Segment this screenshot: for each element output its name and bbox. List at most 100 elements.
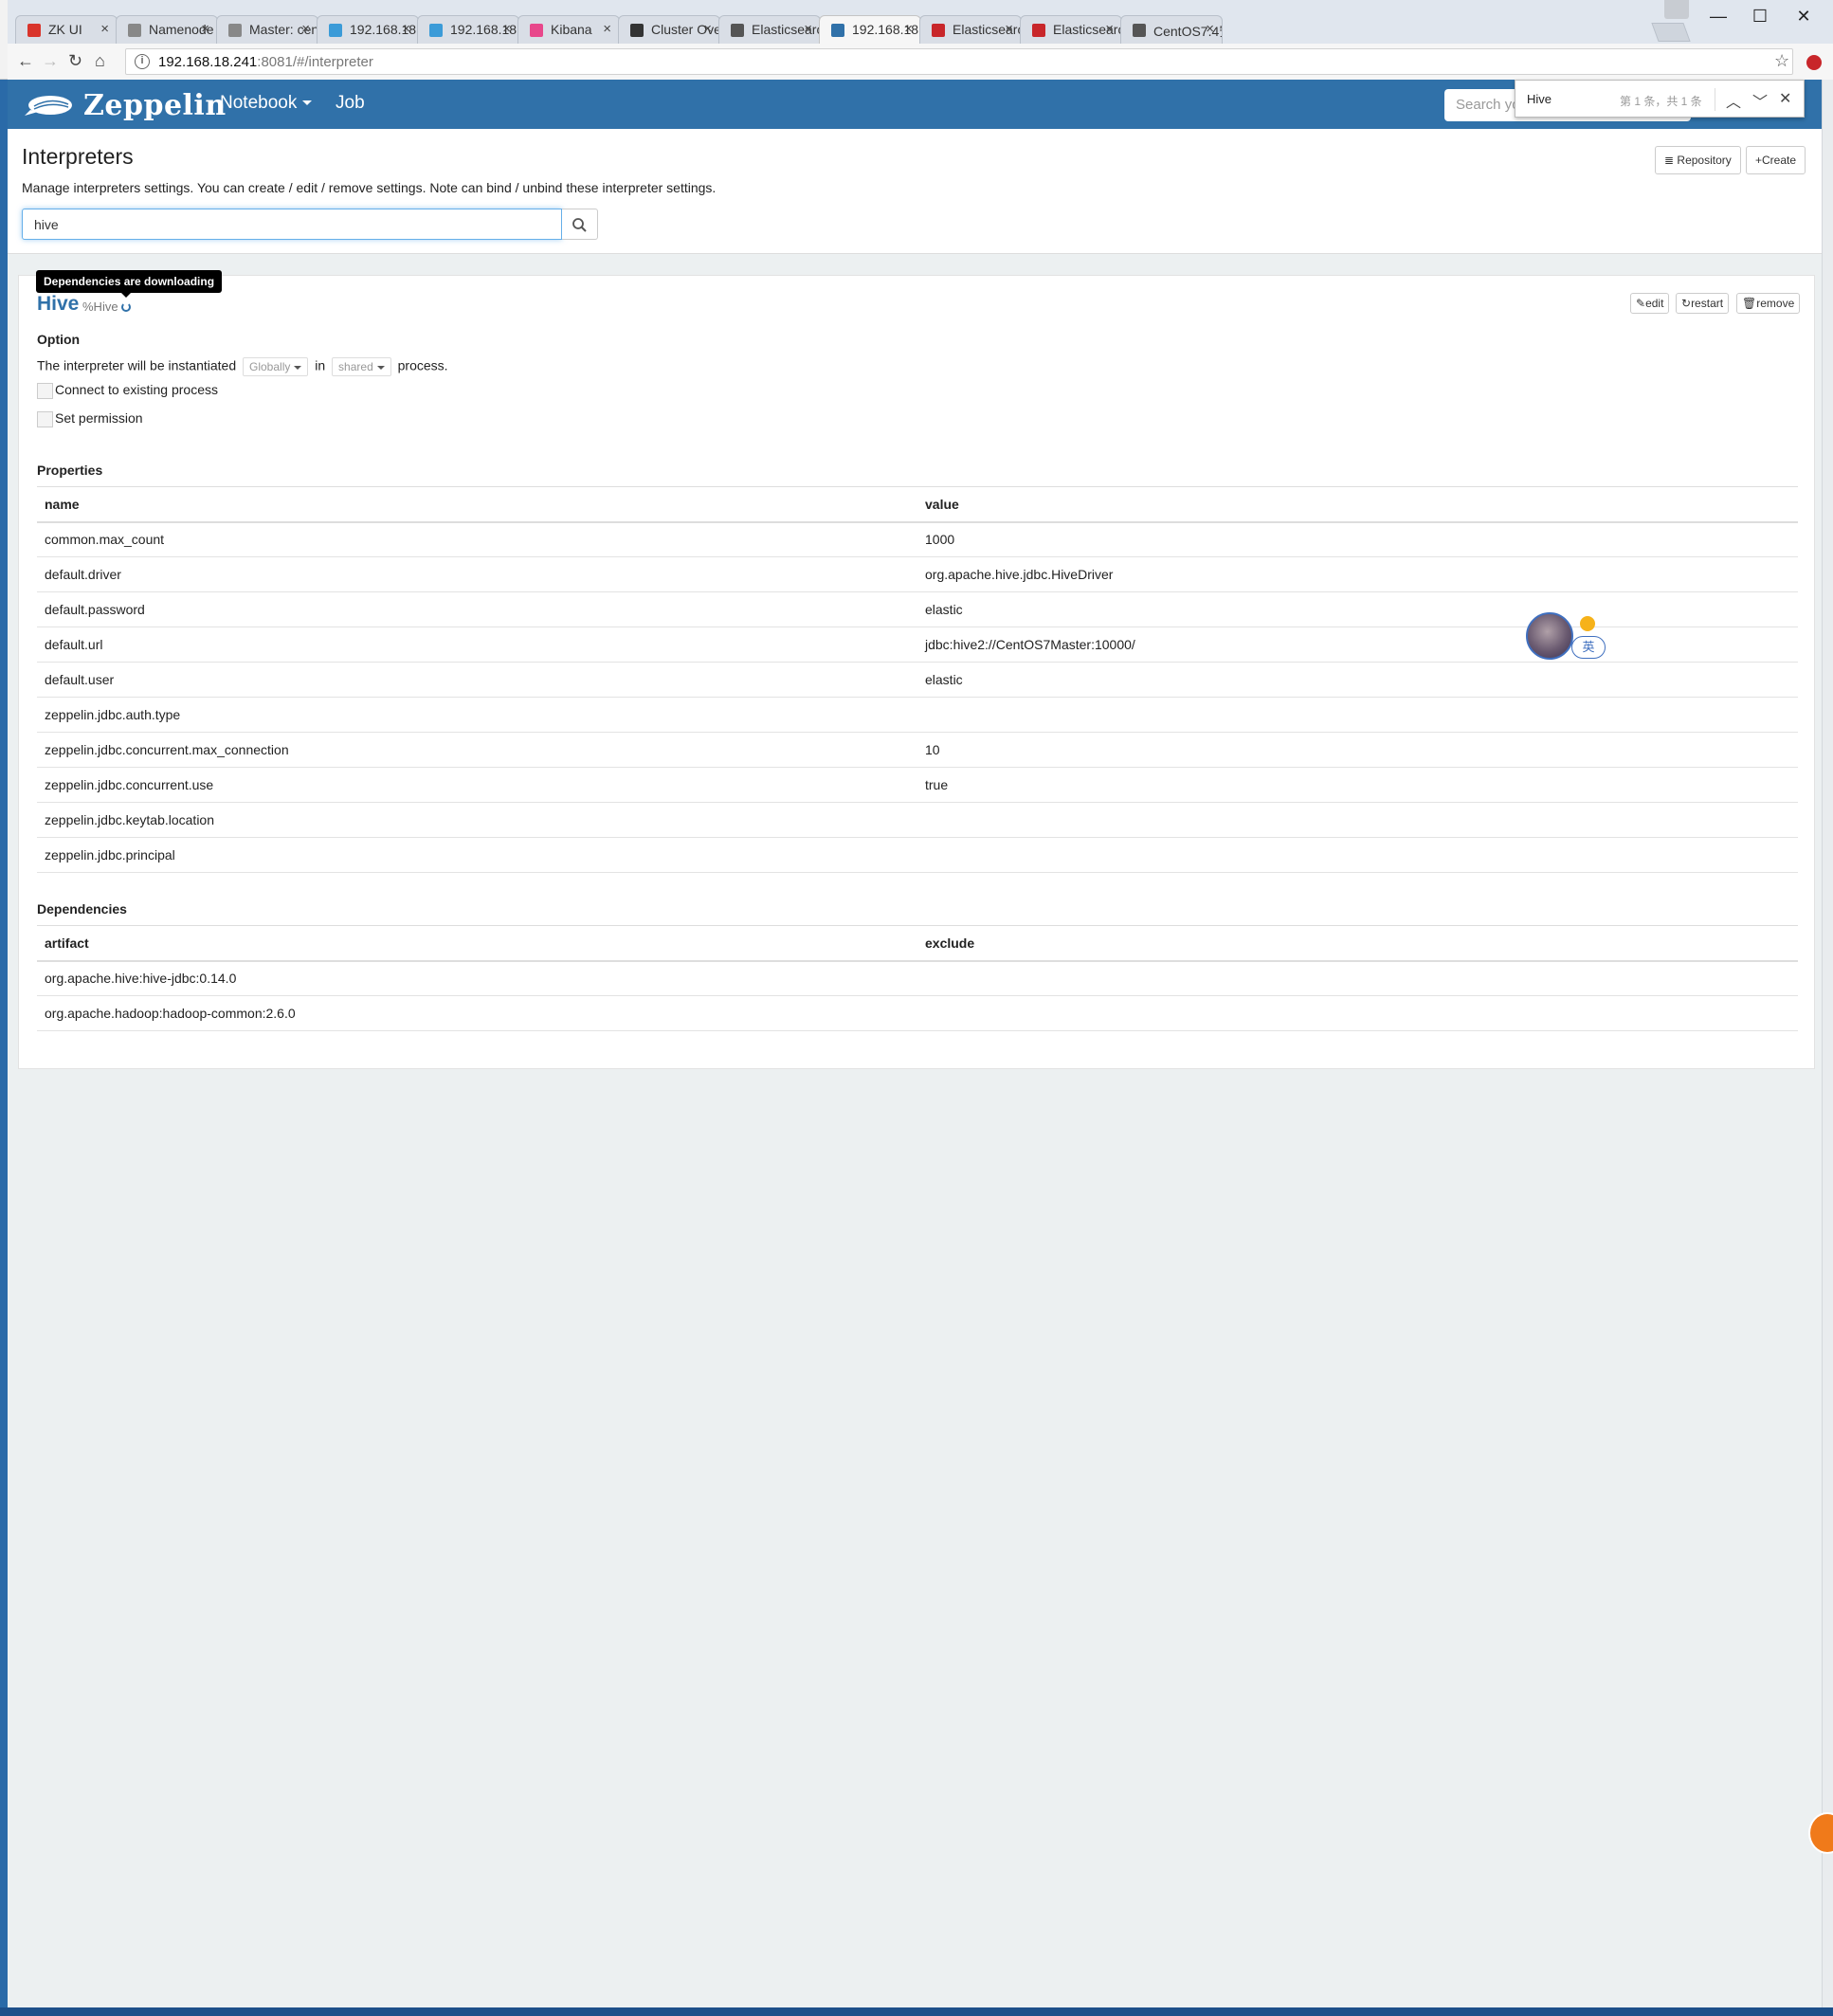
back-icon[interactable]: ← <box>17 51 34 71</box>
find-input[interactable]: Hive <box>1527 92 1552 106</box>
browser-tab[interactable]: 192.168.18.24× <box>317 15 419 44</box>
property-value: jdbc:hive2://CentOS7Master:10000/ <box>917 627 1798 663</box>
tab-close-icon[interactable]: × <box>1005 21 1013 37</box>
create-button[interactable]: +Create <box>1746 146 1806 174</box>
option-text-before: The interpreter will be instantiated <box>37 357 237 373</box>
tab-close-icon[interactable]: × <box>402 21 410 37</box>
browser-tab[interactable]: Cluster Overvi× <box>618 15 720 44</box>
favicon-icon <box>932 24 945 37</box>
table-row: default.driver org.apache.hive.jdbc.HiveD… <box>37 556 1798 592</box>
property-name: default.user <box>37 662 917 698</box>
restart-label: restart <box>1691 297 1724 310</box>
favicon-icon <box>329 24 342 37</box>
tab-close-icon[interactable]: × <box>904 21 913 37</box>
column-header-value: value <box>917 486 1798 523</box>
info-icon[interactable]: i <box>135 54 150 69</box>
browser-tab[interactable]: Elasticsearch6× <box>1020 15 1122 44</box>
property-value <box>917 697 1798 733</box>
browser-tab[interactable]: Master: cento× <box>216 15 318 44</box>
ime-language-toggle[interactable]: 英 <box>1571 636 1606 659</box>
browser-tab[interactable]: Elasticsearch× <box>718 15 821 44</box>
favicon-icon <box>831 24 844 37</box>
dependency-exclude <box>917 960 1798 996</box>
find-count: 第 1 条，共 1 条 <box>1620 95 1702 108</box>
profile-icon[interactable] <box>1664 0 1689 19</box>
restart-button[interactable]: ↻restart <box>1676 293 1730 314</box>
instantiation-option: The interpreter will be instantiated Glo… <box>37 357 448 376</box>
repository-button[interactable]: ≣ Repository <box>1655 146 1741 174</box>
browser-chrome: ZK UI×Namenode in×Master: cento×192.168.… <box>0 0 1833 80</box>
find-next-icon[interactable]: ﹀ <box>1752 89 1768 112</box>
loading-spinner-icon <box>121 302 131 312</box>
set-permission-option[interactable]: Set permission <box>37 410 143 427</box>
browser-tab[interactable]: 192.168.18.24× <box>819 15 921 44</box>
favicon-icon <box>128 24 141 37</box>
caret-down-icon <box>294 365 302 370</box>
property-value <box>917 837 1798 873</box>
tab-close-icon[interactable]: × <box>804 21 812 37</box>
address-bar[interactable]: i 192.168.18.241:8081/#/interpreter <box>125 48 1793 75</box>
browser-tab-label: ZK UI <box>48 22 82 37</box>
property-name: common.max_count <box>37 521 917 557</box>
browser-tab[interactable]: CentOS7.4安装× <box>1120 15 1223 44</box>
browser-tab[interactable]: ZK UI × <box>15 15 118 44</box>
browser-tab[interactable]: Namenode in× <box>116 15 218 44</box>
table-row: org.apache.hive:hive-jdbc:0.14.0 <box>37 960 1798 996</box>
tab-close-icon[interactable]: × <box>703 21 712 37</box>
dependency-artifact: org.apache.hive:hive-jdbc:0.14.0 <box>37 960 917 996</box>
browser-tab[interactable]: Elasticsearch5× <box>919 15 1022 44</box>
edit-button[interactable]: ✎edit <box>1630 293 1670 314</box>
tab-close-icon[interactable]: × <box>301 21 310 37</box>
property-value: true <box>917 767 1798 803</box>
remove-label: remove <box>1756 297 1795 310</box>
favicon-icon <box>228 24 242 37</box>
property-name: zeppelin.jdbc.principal <box>37 837 917 873</box>
property-name: zeppelin.jdbc.concurrent.max_connection <box>37 732 917 768</box>
tab-close-icon[interactable]: × <box>502 21 511 37</box>
reload-icon[interactable]: ↻ <box>68 51 82 71</box>
connect-existing-option[interactable]: Connect to existing process <box>37 382 218 399</box>
process-type-select[interactable]: shared <box>332 357 391 376</box>
connect-existing-checkbox[interactable] <box>37 382 53 399</box>
extension-icon[interactable] <box>1806 55 1822 70</box>
nav-job-link[interactable]: Job <box>336 93 365 114</box>
maximize-icon[interactable]: ☐ <box>1738 4 1782 28</box>
home-icon[interactable]: ⌂ <box>95 51 105 71</box>
find-bar: Hive 第 1 条，共 1 条 ︿ ﹀ ✕ <box>1515 80 1805 118</box>
find-prev-icon[interactable]: ︿ <box>1726 89 1741 112</box>
minimize-icon[interactable]: — <box>1697 4 1740 28</box>
new-tab-button[interactable] <box>1651 23 1691 42</box>
table-row: zeppelin.jdbc.principal <box>37 837 1798 873</box>
tab-close-icon[interactable]: × <box>100 21 109 37</box>
property-name: default.url <box>37 627 917 663</box>
forward-icon[interactable]: → <box>42 51 59 71</box>
option-text-in: in <box>315 357 326 373</box>
tab-close-icon[interactable]: × <box>201 21 209 37</box>
ime-badge-icon <box>1580 616 1595 631</box>
floating-assistant-icon[interactable] <box>1808 1812 1833 1854</box>
browser-tab-label: Kibana <box>551 22 592 37</box>
property-value: elastic <box>917 591 1798 627</box>
repository-label: Repository <box>1677 154 1732 167</box>
tab-close-icon[interactable]: × <box>1105 21 1114 37</box>
properties-table: name value common.max_count 1000 default.d… <box>37 486 1798 873</box>
nav-notebook-menu[interactable]: Notebook <box>220 93 313 114</box>
instantiation-mode-select[interactable]: Globally <box>243 357 309 376</box>
url-path: :8081/#/interpreter <box>257 54 373 70</box>
remove-button[interactable]: 🗑remove <box>1736 293 1801 314</box>
tab-close-icon[interactable]: × <box>603 21 611 37</box>
interpreters-header: Interpreters Manage interpreters setting… <box>8 129 1822 254</box>
vertical-scrollbar[interactable] <box>1822 80 1833 2016</box>
dependency-artifact: org.apache.hadoop:hadoop-common:2.6.0 <box>37 995 917 1031</box>
filter-search-button[interactable] <box>562 209 598 240</box>
ime-avatar[interactable] <box>1526 612 1573 660</box>
browser-tab[interactable]: 192.168.18.24× <box>417 15 519 44</box>
bookmark-star-icon[interactable]: ☆ <box>1774 51 1789 71</box>
tab-close-icon[interactable]: × <box>1206 21 1214 37</box>
close-window-icon[interactable]: ✕ <box>1782 4 1825 28</box>
browser-tab[interactable]: Kibana × <box>517 15 620 44</box>
set-permission-checkbox[interactable] <box>37 410 53 427</box>
property-name: zeppelin.jdbc.concurrent.use <box>37 767 917 803</box>
find-close-icon[interactable]: ✕ <box>1779 89 1791 108</box>
interpreter-filter-input[interactable] <box>22 209 562 240</box>
